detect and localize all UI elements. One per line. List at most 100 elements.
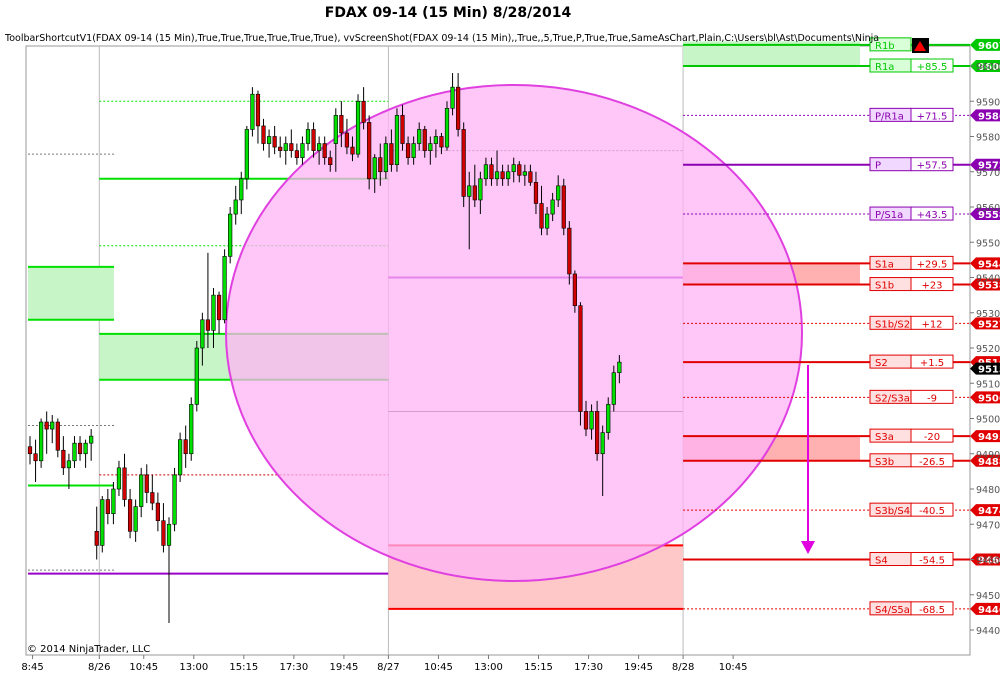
level-value: -68.5: [919, 605, 945, 616]
candle-body: [127, 499, 133, 532]
y-tick-label-6: 9500: [976, 415, 1000, 426]
candle-body: [189, 404, 194, 455]
candle-body: [33, 453, 38, 462]
candle-body: [611, 372, 616, 405]
candle-body: [589, 411, 594, 430]
price-badge-text: 9474: [978, 506, 1000, 517]
candle-body: [161, 520, 166, 546]
x-tick-label-8: 10:45: [424, 662, 453, 673]
candle-body: [255, 93, 261, 127]
level-value: -54.5: [919, 556, 945, 567]
level-value: +29.5: [917, 259, 948, 270]
level-value: -9: [927, 393, 937, 404]
level-value: -26.5: [919, 457, 945, 468]
candle-body: [517, 164, 522, 176]
level-label-5: S1a +29.5 9544: [869, 255, 1000, 270]
level-value: +57.5: [917, 161, 948, 172]
candle-body: [94, 530, 99, 546]
candle-body: [200, 319, 205, 349]
level-value: +71.5: [917, 111, 948, 122]
candle-body: [500, 171, 505, 180]
candle-body: [72, 442, 77, 462]
x-tick-label-7: 8/27: [377, 662, 399, 673]
level-label-12: S3b/S4 -40.5 9474: [869, 502, 1000, 517]
zone-green-day1: [28, 266, 114, 320]
candle-body: [322, 143, 327, 158]
y-tick-label-16: 9600: [976, 62, 1000, 73]
level-name: S1b: [875, 281, 894, 292]
level-name: P/S1a: [875, 210, 903, 221]
x-tick-label-2: 10:45: [129, 662, 158, 673]
y-tick-label-3: 9470: [976, 520, 1000, 531]
candle-body: [144, 474, 149, 493]
candle-body: [572, 273, 577, 307]
level-value: +85.5: [917, 62, 948, 73]
indicator-subtitle: ToolbarShortcutV1(FDAX 09-14 (15 Min),Tr…: [4, 33, 879, 44]
x-tick-label-5: 17:30: [279, 662, 308, 673]
price-badge-text: 9506: [978, 393, 1000, 404]
candle-body: [600, 432, 605, 455]
level-name: S3b/S4: [875, 506, 910, 517]
candle-body: [305, 129, 311, 144]
candle-body: [283, 143, 288, 151]
candle-body: [378, 157, 383, 173]
candle-body: [444, 108, 450, 148]
candle-105: [611, 365, 616, 412]
candle-body: [166, 523, 172, 546]
price-chart[interactable]: R1b9607R1a+85.59600P/R1a+71.59586P+57.59…: [0, 0, 1000, 681]
candle-body: [561, 185, 566, 229]
candle-30: [194, 340, 199, 412]
candle-body: [467, 185, 472, 197]
candle-body: [528, 171, 533, 183]
candle-body: [50, 421, 55, 430]
candle-body: [233, 199, 238, 215]
price-badge-text: 9544: [978, 259, 1000, 270]
candle-body: [211, 294, 216, 331]
candle-body: [111, 488, 116, 514]
x-tick-label-11: 17:30: [574, 662, 603, 673]
candle-body: [77, 442, 83, 455]
candle-body: [383, 143, 388, 173]
candle-body: [178, 439, 183, 476]
candle-99: [578, 302, 583, 426]
y-tick-label-5: 9490: [976, 450, 1000, 461]
current-price-text: 9515: [978, 365, 1000, 376]
candle-body: [83, 442, 88, 455]
y-tick-label-13: 9570: [976, 168, 1000, 179]
price-badge-text: 9586: [978, 111, 1000, 122]
y-tick-label-11: 9550: [976, 238, 1000, 249]
candle-body: [116, 467, 122, 490]
candle-body: [244, 129, 249, 180]
level-name: S1a: [875, 259, 894, 270]
y-tick-label-2: 9460: [976, 556, 1000, 567]
candle-body: [172, 474, 177, 525]
level-value: +12: [921, 319, 942, 330]
level-value: +43.5: [917, 210, 948, 221]
candle-body: [344, 132, 350, 148]
candle-body: [394, 115, 400, 165]
candle-body: [606, 404, 611, 433]
candle-body: [27, 446, 33, 455]
x-tick-label-4: 15:15: [229, 662, 258, 673]
candle-78: [461, 122, 466, 207]
level-value: +23: [921, 281, 942, 292]
candle-96: [561, 178, 566, 236]
candle-body: [539, 203, 544, 229]
y-tick-label-4: 9480: [976, 485, 1000, 496]
candle-body: [66, 460, 72, 469]
candle-body: [583, 411, 589, 430]
price-badge-text: 9607: [978, 41, 1000, 52]
candle-body: [405, 143, 411, 158]
candle-36: [228, 207, 233, 264]
level-name: S4/S5a: [875, 605, 910, 616]
candle-body: [105, 499, 110, 514]
level-label-10: S3a -20 9495: [869, 428, 1000, 443]
candle-body: [417, 129, 422, 144]
candle-body: [100, 499, 105, 546]
x-tick-label-12: 19:45: [624, 662, 653, 673]
candle-body: [317, 143, 322, 151]
candle-27: [178, 432, 183, 482]
candle-body: [278, 146, 283, 151]
candle-body: [400, 115, 405, 144]
candle-body: [239, 178, 244, 201]
